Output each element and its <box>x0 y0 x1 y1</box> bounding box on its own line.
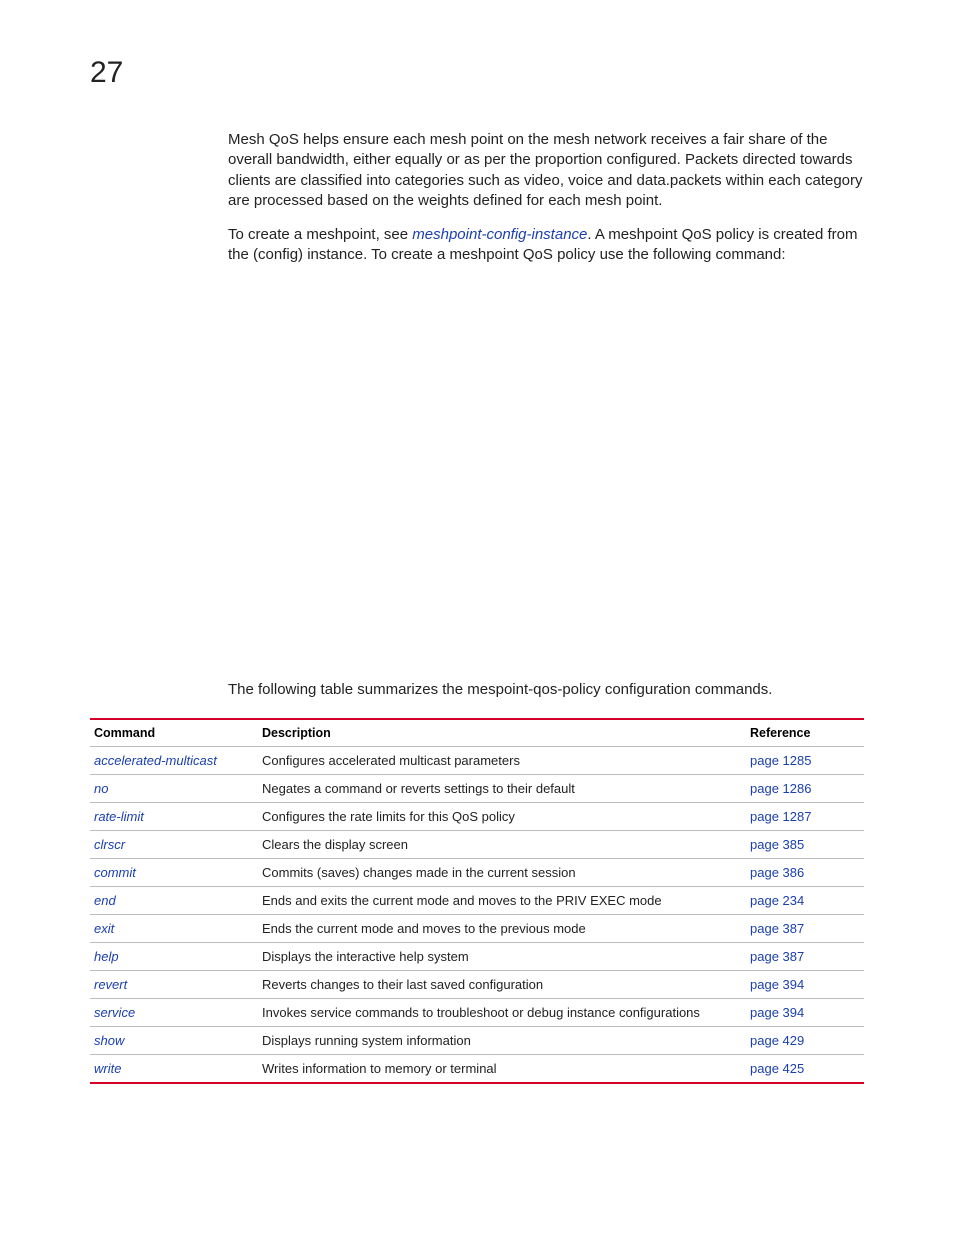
table-row: service Invokes service commands to troub… <box>90 998 864 1026</box>
commands-table: Command Description Reference accelerate… <box>90 718 864 1084</box>
cell-description: Displays running system information <box>258 1026 746 1054</box>
command-link[interactable]: service <box>94 1005 135 1020</box>
page-number: 27 <box>90 56 864 90</box>
command-link[interactable]: revert <box>94 977 127 992</box>
cell-description: Configures the rate limits for this QoS … <box>258 802 746 830</box>
command-link[interactable]: clrscr <box>94 837 125 852</box>
cell-command: clrscr <box>90 830 258 858</box>
cell-command: revert <box>90 970 258 998</box>
cell-reference: page 425 <box>746 1054 864 1083</box>
paragraph-2: To create a meshpoint, see meshpoint-con… <box>228 225 864 266</box>
body-content: Mesh QoS helps ensure each mesh point on… <box>228 130 864 266</box>
command-link[interactable]: commit <box>94 865 136 880</box>
cell-command: commit <box>90 858 258 886</box>
reference-link[interactable]: page 234 <box>750 893 804 908</box>
cell-reference: page 387 <box>746 914 864 942</box>
cell-reference: page 234 <box>746 886 864 914</box>
cell-reference: page 387 <box>746 942 864 970</box>
blank-space <box>90 280 864 680</box>
meshpoint-link[interactable]: meshpoint-config-instance <box>412 226 587 243</box>
command-link[interactable]: no <box>94 781 108 796</box>
cell-command: no <box>90 774 258 802</box>
cell-description: Displays the interactive help system <box>258 942 746 970</box>
table-row: show Displays running system information p… <box>90 1026 864 1054</box>
cell-reference: page 429 <box>746 1026 864 1054</box>
cell-description: Writes information to memory or terminal <box>258 1054 746 1083</box>
table-header-row: Command Description Reference <box>90 719 864 747</box>
table-row: end Ends and exits the current mode and m… <box>90 886 864 914</box>
reference-link[interactable]: page 394 <box>750 1005 804 1020</box>
cell-command: show <box>90 1026 258 1054</box>
header-reference: Reference <box>746 719 864 747</box>
reference-link[interactable]: page 394 <box>750 977 804 992</box>
reference-link[interactable]: page 387 <box>750 949 804 964</box>
cell-reference: page 1286 <box>746 774 864 802</box>
paragraph-1: Mesh QoS helps ensure each mesh point on… <box>228 130 864 211</box>
reference-link[interactable]: page 387 <box>750 921 804 936</box>
header-command: Command <box>90 719 258 747</box>
cell-description: Reverts changes to their last saved conf… <box>258 970 746 998</box>
cell-description: Negates a command or reverts settings to… <box>258 774 746 802</box>
header-description: Description <box>258 719 746 747</box>
reference-link[interactable]: page 1286 <box>750 781 811 796</box>
command-link[interactable]: help <box>94 949 119 964</box>
cell-reference: page 394 <box>746 998 864 1026</box>
cell-command: exit <box>90 914 258 942</box>
cell-description: Invokes service commands to troubleshoot… <box>258 998 746 1026</box>
cell-description: Commits (saves) changes made in the curr… <box>258 858 746 886</box>
table-row: accelerated-multicast Configures accelera… <box>90 746 864 774</box>
table-row: rate-limit Configures the rate limits for… <box>90 802 864 830</box>
table-row: clrscr Clears the display screen page 385 <box>90 830 864 858</box>
table-row: no Negates a command or reverts settings … <box>90 774 864 802</box>
table-row: revert Reverts changes to their last save… <box>90 970 864 998</box>
table-row: write Writes information to memory or ter… <box>90 1054 864 1083</box>
document-page: 27 Mesh QoS helps ensure each mesh point… <box>0 0 954 1235</box>
cell-command: service <box>90 998 258 1026</box>
reference-link[interactable]: page 429 <box>750 1033 804 1048</box>
cell-description: Ends the current mode and moves to the p… <box>258 914 746 942</box>
cell-command: rate-limit <box>90 802 258 830</box>
reference-link[interactable]: page 1285 <box>750 753 811 768</box>
cell-command: accelerated-multicast <box>90 746 258 774</box>
command-link[interactable]: end <box>94 893 116 908</box>
cell-reference: page 385 <box>746 830 864 858</box>
table-row: help Displays the interactive help system… <box>90 942 864 970</box>
cell-command: end <box>90 886 258 914</box>
cell-description: Configures accelerated multicast paramet… <box>258 746 746 774</box>
table-intro: The following table summarizes the mespo… <box>228 680 864 700</box>
table-row: exit Ends the current mode and moves to t… <box>90 914 864 942</box>
command-link[interactable]: write <box>94 1061 121 1076</box>
cell-reference: page 1285 <box>746 746 864 774</box>
cell-reference: page 1287 <box>746 802 864 830</box>
cell-command: write <box>90 1054 258 1083</box>
command-link[interactable]: rate-limit <box>94 809 144 824</box>
reference-link[interactable]: page 1287 <box>750 809 811 824</box>
reference-link[interactable]: page 425 <box>750 1061 804 1076</box>
paragraph-2a: To create a meshpoint, see <box>228 226 412 243</box>
cell-reference: page 394 <box>746 970 864 998</box>
reference-link[interactable]: page 385 <box>750 837 804 852</box>
cell-reference: page 386 <box>746 858 864 886</box>
cell-description: Clears the display screen <box>258 830 746 858</box>
command-link[interactable]: exit <box>94 921 114 936</box>
reference-link[interactable]: page 386 <box>750 865 804 880</box>
cell-command: help <box>90 942 258 970</box>
cell-description: Ends and exits the current mode and move… <box>258 886 746 914</box>
command-link[interactable]: show <box>94 1033 124 1048</box>
command-link[interactable]: accelerated-multicast <box>94 753 217 768</box>
table-row: commit Commits (saves) changes made in th… <box>90 858 864 886</box>
